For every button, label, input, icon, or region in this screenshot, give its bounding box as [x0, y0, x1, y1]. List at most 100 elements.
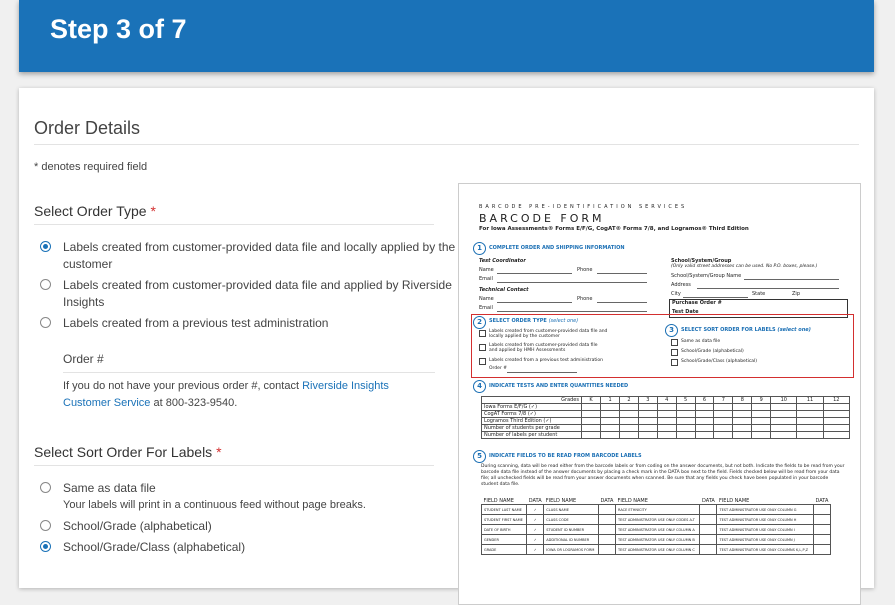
data-header: DATA	[701, 498, 715, 504]
data-header: DATA	[528, 498, 542, 504]
field-name-cell: CLASS CODE	[543, 514, 600, 525]
grade-cell	[637, 403, 658, 411]
grade-cell	[822, 431, 851, 439]
sort-option-2[interactable]: School/Grade (alphabetical)	[40, 518, 463, 535]
grade-cell	[675, 410, 696, 418]
grade-cell	[732, 410, 753, 418]
order-type-option-3[interactable]: Labels created from a previous test admi…	[40, 315, 463, 332]
required-note: * denotes required field	[34, 161, 148, 173]
grade-cell	[600, 431, 620, 439]
option-label: School/Grade/Class (alphabetical)	[63, 540, 246, 554]
grade-cell	[637, 410, 658, 418]
grade-cell	[751, 410, 772, 418]
radio-button[interactable]	[40, 541, 51, 552]
grade-cell	[796, 431, 824, 439]
grade-cell	[713, 403, 734, 411]
grade-cell	[822, 403, 851, 411]
field-name-cell: GRADE	[480, 544, 528, 555]
grade-cell: 4	[656, 396, 677, 404]
form-option: Same as data file	[681, 339, 721, 344]
data-header: DATA	[815, 498, 829, 504]
sort-option-3[interactable]: School/Grade/Class (alphabetical)	[40, 539, 463, 556]
field-name-cell: STUDENT FIRST NAME	[480, 514, 528, 525]
grade-cell	[751, 424, 772, 432]
option-label: Labels created from customer-provided da…	[63, 240, 456, 271]
grade-cell: 5	[675, 396, 696, 404]
grade-cell	[600, 424, 620, 432]
grade-cell	[796, 424, 824, 432]
grade-cell	[675, 431, 696, 439]
grade-cell	[713, 424, 734, 432]
data-cell	[813, 504, 831, 515]
grade-cell	[656, 410, 677, 418]
form-section-3-title: SELECT SORT ORDER FOR LABELS (select one…	[681, 327, 811, 333]
step-title: Step 3 of 7	[50, 14, 187, 44]
grades-table: Grades K 1 2 3 4 5 6 7 8 9 10 11 12 Iowa Forms E/F/G (…	[481, 396, 851, 439]
sort-option-1[interactable]: Same as data file	[40, 480, 463, 497]
form-label: Email	[479, 276, 493, 282]
grade-cell	[619, 431, 639, 439]
form-label: Phone	[577, 267, 593, 273]
order-type-option-2[interactable]: Labels created from customer-provided da…	[40, 277, 463, 311]
radio-button[interactable]	[40, 520, 51, 531]
order-type-option-1[interactable]: Labels created from customer-provided da…	[40, 239, 463, 273]
field-name-cell: TEST ADMINISTRATOR USE ONLY COLUMN I	[716, 524, 814, 535]
grade-cell	[675, 417, 696, 425]
form-section-2-title: SELECT ORDER TYPE (select one)	[489, 318, 579, 324]
fields-table: FIELD NAME DATA FIELD NAME DATA FIELD NAME DA…	[480, 498, 831, 555]
form-checkbox	[671, 349, 678, 356]
grade-cell	[732, 417, 753, 425]
grade-cell	[751, 417, 772, 425]
form-label: Name	[479, 296, 494, 302]
grades-header: Grades	[481, 396, 582, 404]
data-cell	[598, 524, 617, 535]
grade-cell	[751, 431, 772, 439]
grade-cell	[580, 424, 602, 432]
form-line	[697, 288, 839, 289]
form-option: School/Grade/Class (alphabetical)	[681, 359, 758, 364]
form-label: Phone	[577, 296, 593, 302]
data-cell	[598, 514, 617, 525]
field-name-cell: RACE ETHNICITY	[615, 504, 701, 515]
order-type-divider	[34, 224, 434, 225]
grade-cell	[770, 403, 798, 411]
data-cell: ✓	[526, 544, 545, 555]
data-cell	[813, 514, 831, 525]
grade-cell	[694, 417, 715, 425]
data-cell	[699, 504, 718, 515]
data-cell	[699, 524, 718, 535]
data-cell	[813, 534, 831, 545]
radio-button[interactable]	[40, 317, 51, 328]
grade-cell	[694, 403, 715, 411]
order-number-field[interactable]	[63, 372, 435, 373]
form-checkbox	[671, 359, 678, 366]
grade-cell	[619, 403, 639, 411]
grade-cell	[732, 424, 753, 432]
grade-cell	[637, 431, 658, 439]
data-cell	[598, 534, 617, 545]
radio-button[interactable]	[40, 482, 51, 493]
radio-button[interactable]	[40, 241, 51, 252]
data-cell	[699, 514, 718, 525]
field-name-cell: TEST ADMINISTRATOR USE ONLY COLUMN A	[615, 524, 701, 535]
barcode-form-image: BARCODE PRE-IDENTIFICATION SERVICES BARC…	[458, 183, 861, 605]
grades-row-label: Number of labels per student	[481, 431, 582, 439]
grades-row-label: CogAT Forms 7/8 (✓)	[481, 410, 582, 418]
field-name-cell: TEST ADMINISTRATOR USE ONLY COLUMN B	[615, 534, 701, 545]
field-name-cell: TEST ADMINISTRATOR USE ONLY COLUMNS K,L,…	[716, 544, 814, 555]
grade-cell: 2	[619, 396, 639, 404]
grade-cell: 3	[637, 396, 658, 404]
field-name-cell: STUDENT LAST NAME	[480, 504, 528, 515]
order-number-label: Order #	[63, 352, 104, 366]
form-line	[597, 273, 647, 274]
data-cell: ✓	[526, 524, 545, 535]
sort-order-divider	[34, 465, 434, 466]
grade-cell	[600, 410, 620, 418]
grade-cell	[675, 403, 696, 411]
form-tech-contact: Technical Contact	[479, 287, 529, 293]
grade-cell: 6	[694, 396, 715, 404]
radio-button[interactable]	[40, 279, 51, 290]
grade-cell: K	[580, 396, 602, 404]
form-option: Labels created from customer-provided da…	[489, 329, 608, 339]
form-purchase-order: Purchase Order #	[672, 300, 722, 306]
